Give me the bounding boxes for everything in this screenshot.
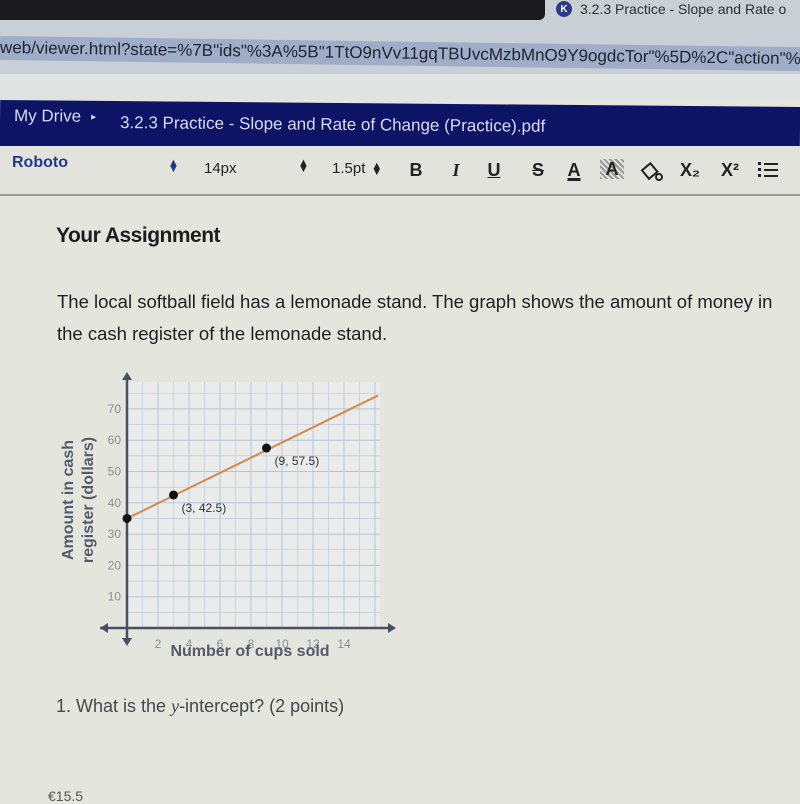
x-axis-label: Number of cups sold (170, 643, 329, 660)
y-axis-arrow-down-icon (122, 638, 132, 646)
x-tick-label: 2 (155, 637, 162, 651)
y-tick-label: 50 (108, 465, 122, 479)
x-tick-label: 14 (337, 637, 351, 651)
y-tick-label: 70 (108, 402, 122, 416)
data-point (262, 443, 271, 453)
data-point (169, 490, 178, 500)
y-tick-label: 30 (108, 527, 122, 541)
y-axis-arrow-up-icon (122, 372, 132, 380)
y-axis-label-line-1: Amount in cash (60, 440, 77, 560)
y-tick-label: 60 (108, 433, 122, 447)
data-point (122, 513, 132, 523)
plot-background (127, 382, 380, 628)
chart-grid (127, 382, 380, 628)
data-point-label: (3, 42.5) (182, 501, 227, 515)
y-axis-label-line-2: register (dollars) (80, 437, 97, 563)
y-tick-label: 20 (108, 558, 122, 572)
line-chart: 2 4 6 8 10 12 1410203040506070 (3, 42.5)(9, 57… (60, 372, 396, 660)
x-axis-arrow-left-icon (100, 623, 108, 633)
x-axis-arrow-right-icon (388, 623, 396, 633)
y-tick-label: 10 (108, 590, 122, 604)
data-point-label: (9, 57.5) (275, 454, 320, 468)
y-tick-label: 40 (108, 496, 122, 510)
